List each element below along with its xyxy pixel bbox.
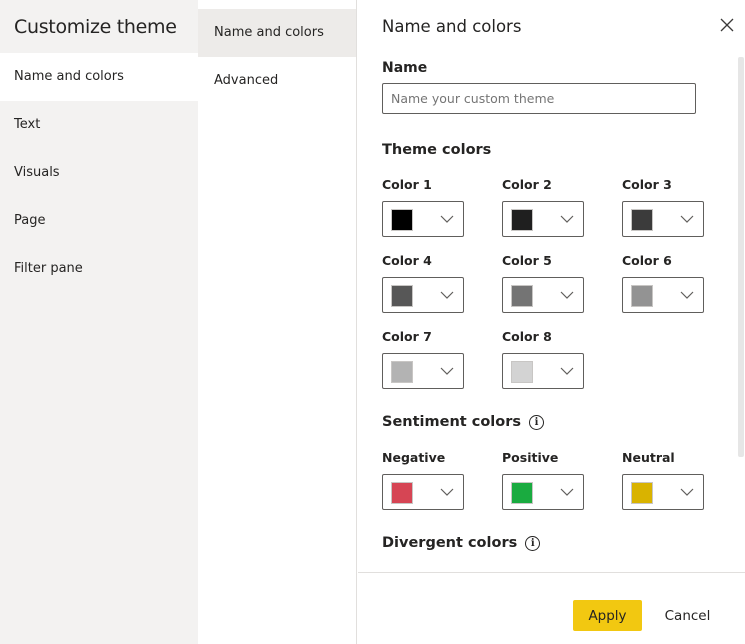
color-label: Color 8 [502, 329, 552, 344]
color-swatch [391, 209, 413, 231]
subnav-item-name-and-colors[interactable]: Name and colors [198, 9, 356, 57]
color-field: Negative [382, 450, 464, 510]
close-icon[interactable] [718, 16, 736, 34]
color-swatch [631, 209, 653, 231]
color-picker-dropdown[interactable] [382, 201, 464, 237]
sidebar-item-filter-pane[interactable]: Filter pane [0, 245, 198, 293]
color-field: Color 7 [382, 329, 464, 389]
color-field: Neutral [622, 450, 704, 510]
color-label: Color 4 [382, 253, 432, 268]
sidebar-item-page[interactable]: Page [0, 197, 198, 245]
color-label: Color 3 [622, 177, 672, 192]
color-swatch [391, 285, 413, 307]
color-label: Positive [502, 450, 559, 465]
chevron-down-icon [560, 367, 574, 375]
color-swatch [511, 285, 533, 307]
chevron-down-icon [440, 291, 454, 299]
color-label: Color 7 [382, 329, 432, 344]
color-field: Color 1 [382, 177, 464, 237]
content-panel: Name and colors Name Theme colors Color … [358, 0, 745, 644]
theme-colors-heading: Theme colors [382, 142, 491, 158]
name-label: Name [382, 60, 428, 76]
color-label: Color 5 [502, 253, 552, 268]
divergent-colors-title: Divergent colors [382, 535, 518, 551]
color-swatch [511, 209, 533, 231]
color-label: Neutral [622, 450, 675, 465]
chevron-down-icon [560, 488, 574, 496]
color-field: Color 2 [502, 177, 584, 237]
color-picker-dropdown[interactable] [622, 474, 704, 510]
panel-title: Name and colors [382, 17, 522, 36]
sidebar-item-visuals[interactable]: Visuals [0, 149, 198, 197]
chevron-down-icon [560, 291, 574, 299]
color-label: Color 2 [502, 177, 552, 192]
color-field: Positive [502, 450, 584, 510]
chevron-down-icon [440, 488, 454, 496]
chevron-down-icon [560, 215, 574, 223]
chevron-down-icon [440, 215, 454, 223]
theme-colors-title: Theme colors [382, 142, 492, 158]
chevron-down-icon [680, 215, 694, 223]
sidebar-item-text[interactable]: Text [0, 101, 198, 149]
apply-button[interactable]: Apply [573, 600, 642, 631]
color-picker-dropdown[interactable] [382, 353, 464, 389]
color-field: Color 8 [502, 329, 584, 389]
color-swatch [511, 482, 533, 504]
color-swatch [511, 361, 533, 383]
color-picker-dropdown[interactable] [502, 474, 584, 510]
color-picker-dropdown[interactable] [502, 201, 584, 237]
color-label: Negative [382, 450, 446, 465]
chevron-down-icon [680, 291, 694, 299]
sentiment-colors-title: Sentiment colors [382, 414, 522, 430]
settings-sidebar: Customize theme Name and colors Text Vis… [0, 0, 198, 644]
info-icon[interactable]: i [529, 414, 545, 430]
info-icon[interactable]: i [525, 535, 541, 551]
color-picker-dropdown[interactable] [622, 277, 704, 313]
subnav: Name and colors Advanced [198, 0, 357, 644]
color-picker-dropdown[interactable] [382, 474, 464, 510]
color-picker-dropdown[interactable] [622, 201, 704, 237]
color-swatch [631, 285, 653, 307]
color-picker-dropdown[interactable] [502, 277, 584, 313]
color-label: Color 1 [382, 177, 432, 192]
color-swatch [391, 482, 413, 504]
color-field: Color 6 [622, 253, 704, 313]
subnav-item-advanced[interactable]: Advanced [198, 57, 356, 105]
sidebar-item-name-and-colors[interactable]: Name and colors [0, 53, 198, 101]
theme-name-input[interactable] [382, 83, 696, 114]
scrollbar-thumb[interactable] [738, 57, 744, 457]
divergent-colors-heading: Divergent colors i [382, 535, 541, 551]
sentiment-colors-heading: Sentiment colors i [382, 414, 545, 430]
color-swatch [631, 482, 653, 504]
color-swatch [391, 361, 413, 383]
sidebar-title: Customize theme [14, 16, 177, 38]
panel-footer: Apply Cancel [358, 572, 745, 644]
color-field: Color 3 [622, 177, 704, 237]
color-label: Color 6 [622, 253, 672, 268]
color-picker-dropdown[interactable] [502, 353, 584, 389]
chevron-down-icon [680, 488, 694, 496]
chevron-down-icon [440, 367, 454, 375]
cancel-button[interactable]: Cancel [655, 600, 720, 631]
color-field: Color 4 [382, 253, 464, 313]
color-picker-dropdown[interactable] [382, 277, 464, 313]
color-field: Color 5 [502, 253, 584, 313]
